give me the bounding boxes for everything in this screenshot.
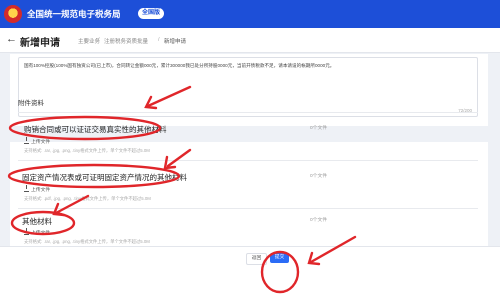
upload-button-label: 上传文件 bbox=[31, 140, 51, 145]
description-text: 国有100%控股(100%国有独资公司(已上市)，合同转让金额000元，累计30… bbox=[24, 63, 335, 68]
back-button[interactable]: 返回 bbox=[246, 253, 267, 265]
description-textarea[interactable]: 国有100%控股(100%国有独资公司(已上市)，合同转让金额000元，累计30… bbox=[18, 57, 478, 117]
upload-hint: 支持格式: .rar, .jpg, .png, .tiny格式文件上传，单个文件… bbox=[24, 239, 150, 244]
site-badge[interactable]: 全国版 bbox=[138, 8, 165, 19]
upload-button-label: 上传文件 bbox=[31, 231, 51, 236]
attachment-label: 其他材料 bbox=[22, 217, 52, 226]
divider bbox=[18, 160, 478, 161]
emblem-icon bbox=[4, 5, 22, 23]
upload-button[interactable]: 上传文件 bbox=[24, 137, 51, 145]
page-title: 新增申请 bbox=[20, 38, 60, 49]
attachment-label: 购销合同或可以证证交易真实性的其他材料 bbox=[24, 125, 167, 134]
app-topbar: 全国统一规范电子税务局 全国版 bbox=[0, 0, 500, 28]
upload-icon bbox=[24, 137, 29, 144]
app-title: 全国统一规范电子税务局 bbox=[27, 9, 121, 19]
page-header: ← 新增申请 主要业务 / 注册税务资质批量 / 新增申请 bbox=[0, 28, 500, 53]
submit-button[interactable]: 提交 bbox=[270, 253, 289, 263]
upload-icon bbox=[24, 185, 29, 192]
divider bbox=[18, 112, 478, 113]
breadcrumb-item[interactable]: 注册税务资质批量 bbox=[104, 37, 148, 45]
breadcrumb-separator: / bbox=[158, 37, 160, 43]
divider bbox=[18, 208, 478, 209]
upload-icon bbox=[24, 228, 29, 235]
breadcrumb-separator: / bbox=[98, 37, 100, 43]
upload-hint: 支持格式: .rar, .jpg, .png, .tiny格式文件上传，单个文件… bbox=[24, 148, 150, 153]
upload-button[interactable]: 上传文件 bbox=[24, 228, 51, 236]
attachment-count: 0个文件 bbox=[310, 218, 328, 223]
upload-hint: 支持格式: .pdf, .jpg, .png, .tiny格式文件上传，单个文件… bbox=[24, 196, 151, 201]
back-arrow-icon[interactable]: ← bbox=[6, 33, 17, 45]
attachments-section-title: 附件资料 bbox=[18, 100, 44, 107]
attachment-label: 固定资产情况表或可证明固定资产情况的其他材料 bbox=[22, 173, 187, 182]
attachment-count: 0个文件 bbox=[310, 126, 328, 131]
upload-button-label: 上传文件 bbox=[31, 188, 51, 193]
upload-button[interactable]: 上传文件 bbox=[24, 185, 51, 193]
breadcrumb-item[interactable]: 主要业务 bbox=[78, 37, 100, 45]
attachment-count: 0个文件 bbox=[310, 174, 328, 179]
breadcrumb-current: 新增申请 bbox=[164, 39, 187, 45]
